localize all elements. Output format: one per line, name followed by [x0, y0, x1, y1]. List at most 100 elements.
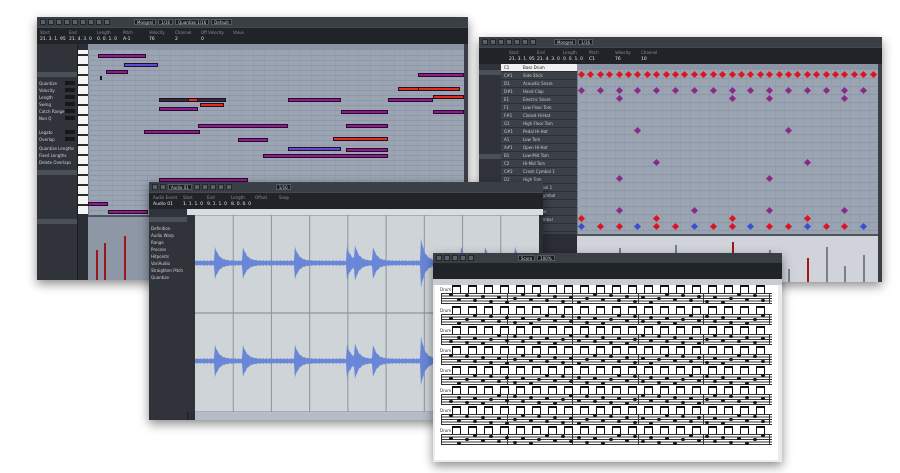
quantize-preset-select[interactable]: Quantize 1/16 — [175, 19, 210, 25]
length-select[interactable]: 1/16 — [578, 39, 594, 45]
inspector-field[interactable] — [65, 81, 75, 85]
note-head[interactable] — [737, 437, 741, 440]
note-head[interactable] — [737, 377, 741, 380]
drum-hit[interactable] — [822, 222, 830, 231]
midi-note[interactable] — [108, 210, 148, 214]
note-head[interactable] — [609, 438, 613, 441]
note-head[interactable] — [649, 376, 653, 379]
length-select[interactable]: 1/16 — [158, 19, 174, 25]
pitch-value[interactable]: A-1 — [123, 37, 130, 42]
note-head[interactable] — [673, 442, 677, 445]
velocity-bar[interactable] — [844, 266, 847, 282]
note-head[interactable] — [617, 337, 621, 340]
note-head[interactable] — [561, 435, 565, 438]
info-toggle-button[interactable] — [490, 39, 496, 45]
note-head[interactable] — [593, 414, 597, 417]
drum-list-row[interactable]: D1 Acoustic Snare — [501, 80, 577, 88]
note-head[interactable] — [761, 360, 765, 363]
note-head[interactable] — [657, 335, 661, 338]
inspector-field[interactable] — [65, 130, 75, 134]
midi-note[interactable] — [106, 70, 128, 74]
note-head[interactable] — [745, 322, 749, 325]
note-head[interactable] — [577, 399, 581, 402]
note-head[interactable] — [745, 442, 749, 445]
note-head[interactable] — [521, 317, 525, 320]
note-head[interactable] — [553, 439, 557, 442]
inspector-row[interactable]: Quantize — [39, 81, 57, 86]
note-head[interactable] — [681, 415, 685, 418]
end-value[interactable]: 9. 1. 1. 0 — [207, 202, 227, 207]
note-head[interactable] — [609, 355, 613, 358]
note-head[interactable] — [625, 379, 629, 382]
note-head[interactable] — [713, 296, 717, 299]
note-head[interactable] — [705, 375, 709, 378]
drum-hit[interactable] — [747, 70, 755, 79]
channel-value[interactable]: 10 — [641, 57, 647, 62]
note-head[interactable] — [681, 294, 685, 297]
drum-hit[interactable] — [728, 86, 736, 95]
note-head[interactable] — [521, 414, 525, 417]
note-head[interactable] — [545, 360, 549, 363]
note-head[interactable] — [585, 441, 589, 444]
preset-select[interactable]: Default — [211, 19, 232, 25]
note-head[interactable] — [649, 436, 653, 439]
midi-note[interactable] — [288, 98, 341, 102]
inspector-section-header[interactable] — [479, 70, 501, 75]
note-head[interactable] — [489, 421, 493, 424]
note-head[interactable] — [673, 322, 677, 325]
note-head[interactable] — [457, 396, 461, 399]
note-head[interactable] — [577, 316, 581, 319]
drum-list-row[interactable]: E1 Electric Snare — [501, 96, 577, 104]
note-head[interactable] — [497, 296, 501, 299]
drum-hit[interactable] — [606, 70, 614, 79]
arrow-tool-icon[interactable] — [498, 39, 504, 45]
drum-list-row[interactable]: C2 Hi-Mid Tom — [501, 160, 577, 168]
note-head[interactable] — [465, 378, 469, 381]
note-head[interactable] — [649, 339, 653, 342]
note-head[interactable] — [753, 415, 757, 418]
note-head[interactable] — [657, 321, 661, 324]
note-head[interactable] — [641, 417, 645, 420]
pitch-value[interactable]: C1 — [589, 57, 595, 62]
note-head[interactable] — [585, 297, 589, 300]
note-head[interactable] — [705, 421, 709, 424]
note-head[interactable] — [585, 418, 589, 421]
note-head[interactable] — [489, 300, 493, 303]
drum-note-grid[interactable] — [577, 70, 879, 234]
off-velocity-value[interactable]: 0 — [201, 37, 204, 42]
note-head[interactable] — [665, 377, 669, 380]
note-head[interactable] — [665, 293, 669, 296]
info-toggle-button[interactable] — [160, 184, 166, 190]
velocity-bar[interactable] — [104, 243, 106, 280]
note-head[interactable] — [505, 422, 509, 425]
eraser-tool-icon[interactable] — [514, 39, 520, 45]
note-head[interactable] — [465, 401, 469, 404]
note-head[interactable] — [633, 338, 637, 341]
drum-hit[interactable] — [634, 70, 642, 79]
note-head[interactable] — [545, 337, 549, 340]
drum-hit[interactable] — [653, 214, 661, 223]
note-head[interactable] — [745, 419, 749, 422]
note-head[interactable] — [633, 361, 637, 364]
note-head[interactable] — [721, 339, 725, 342]
note-head[interactable] — [689, 434, 693, 437]
inspector-section-header[interactable] — [37, 219, 77, 224]
note-head[interactable] — [489, 398, 493, 401]
note-head[interactable] — [585, 358, 589, 361]
note-head[interactable] — [625, 356, 629, 359]
note-head[interactable] — [641, 394, 645, 397]
note-head[interactable] — [465, 415, 469, 418]
note-head[interactable] — [513, 395, 517, 398]
drum-hit[interactable] — [577, 222, 586, 231]
note-head[interactable] — [633, 435, 637, 438]
drum-hit[interactable] — [813, 70, 821, 79]
note-head[interactable] — [457, 419, 461, 422]
solo-button[interactable] — [482, 39, 488, 45]
drum-hit[interactable] — [700, 70, 708, 79]
note-head[interactable] — [545, 434, 549, 437]
velocity-bar[interactable] — [863, 255, 866, 282]
drum-hit[interactable] — [728, 70, 736, 79]
drum-hit[interactable] — [596, 86, 604, 95]
note-head[interactable] — [665, 414, 669, 417]
drum-hit[interactable] — [690, 86, 698, 95]
